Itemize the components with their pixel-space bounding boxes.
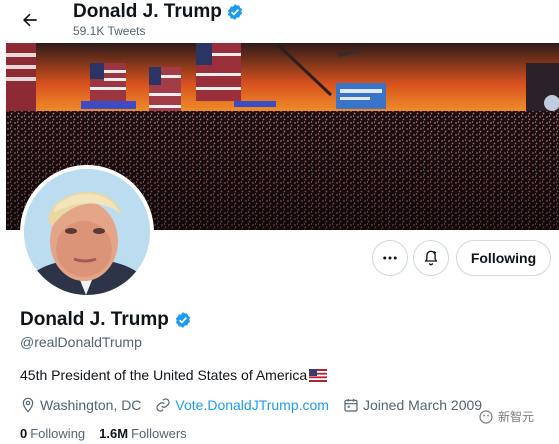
watermark-text: 新智元 <box>498 410 535 424</box>
header-name: Donald J. Trump <box>73 1 222 22</box>
more-button[interactable] <box>372 240 408 276</box>
profile-avatar[interactable] <box>20 165 154 299</box>
following-count: 0 <box>20 426 28 441</box>
profile-bio: 45th President of the United States of A… <box>20 367 328 383</box>
following-stat[interactable]: 0 Following <box>20 426 85 441</box>
profile-display-name: Donald J. Trump <box>20 309 169 330</box>
profile-header: Donald J. Trump 59.1K Tweets <box>0 0 559 44</box>
notifications-button[interactable] <box>413 240 449 276</box>
website-item: Vote.DonaldJTrump.com <box>155 397 329 413</box>
website-link[interactable]: Vote.DonaldJTrump.com <box>175 397 329 413</box>
tweet-count: 59.1K Tweets <box>73 24 146 38</box>
verified-badge-icon <box>175 312 190 328</box>
header-title: Donald J. Trump <box>73 1 244 23</box>
location-text: Washington, DC <box>40 397 142 413</box>
profile-meta: Washington, DC Vote.DonaldJTrump.com Joi… <box>20 397 496 413</box>
location-pin-icon <box>22 397 34 413</box>
followers-count: 1.6M <box>99 426 129 441</box>
followers-stat[interactable]: 1.6M Followers <box>99 426 187 441</box>
profile-name: Donald J. Trump <box>20 309 192 331</box>
joined-text: Joined March 2009 <box>362 397 483 413</box>
verified-badge-icon <box>227 4 242 20</box>
following-button[interactable]: Following <box>456 240 551 276</box>
bio-text: 45th President of the United States of A… <box>20 367 308 383</box>
link-icon <box>156 398 170 412</box>
joined-item: Joined March 2009 <box>343 397 482 413</box>
location-item: Washington, DC <box>20 397 141 413</box>
flag-us-icon <box>309 368 328 382</box>
followers-label: Followers <box>131 426 187 441</box>
notification-bell-icon <box>424 250 438 266</box>
more-icon <box>383 256 397 260</box>
watermark: 新智元 <box>478 408 534 425</box>
watermark-logo-icon <box>479 409 493 424</box>
following-label: Following <box>30 426 86 441</box>
calendar-icon <box>344 399 358 412</box>
back-button[interactable] <box>16 6 44 34</box>
profile-handle: @realDonaldTrump <box>20 334 142 350</box>
follow-stats: 0 Following 1.6M Followers <box>20 426 187 441</box>
arrow-left-icon <box>23 13 37 27</box>
